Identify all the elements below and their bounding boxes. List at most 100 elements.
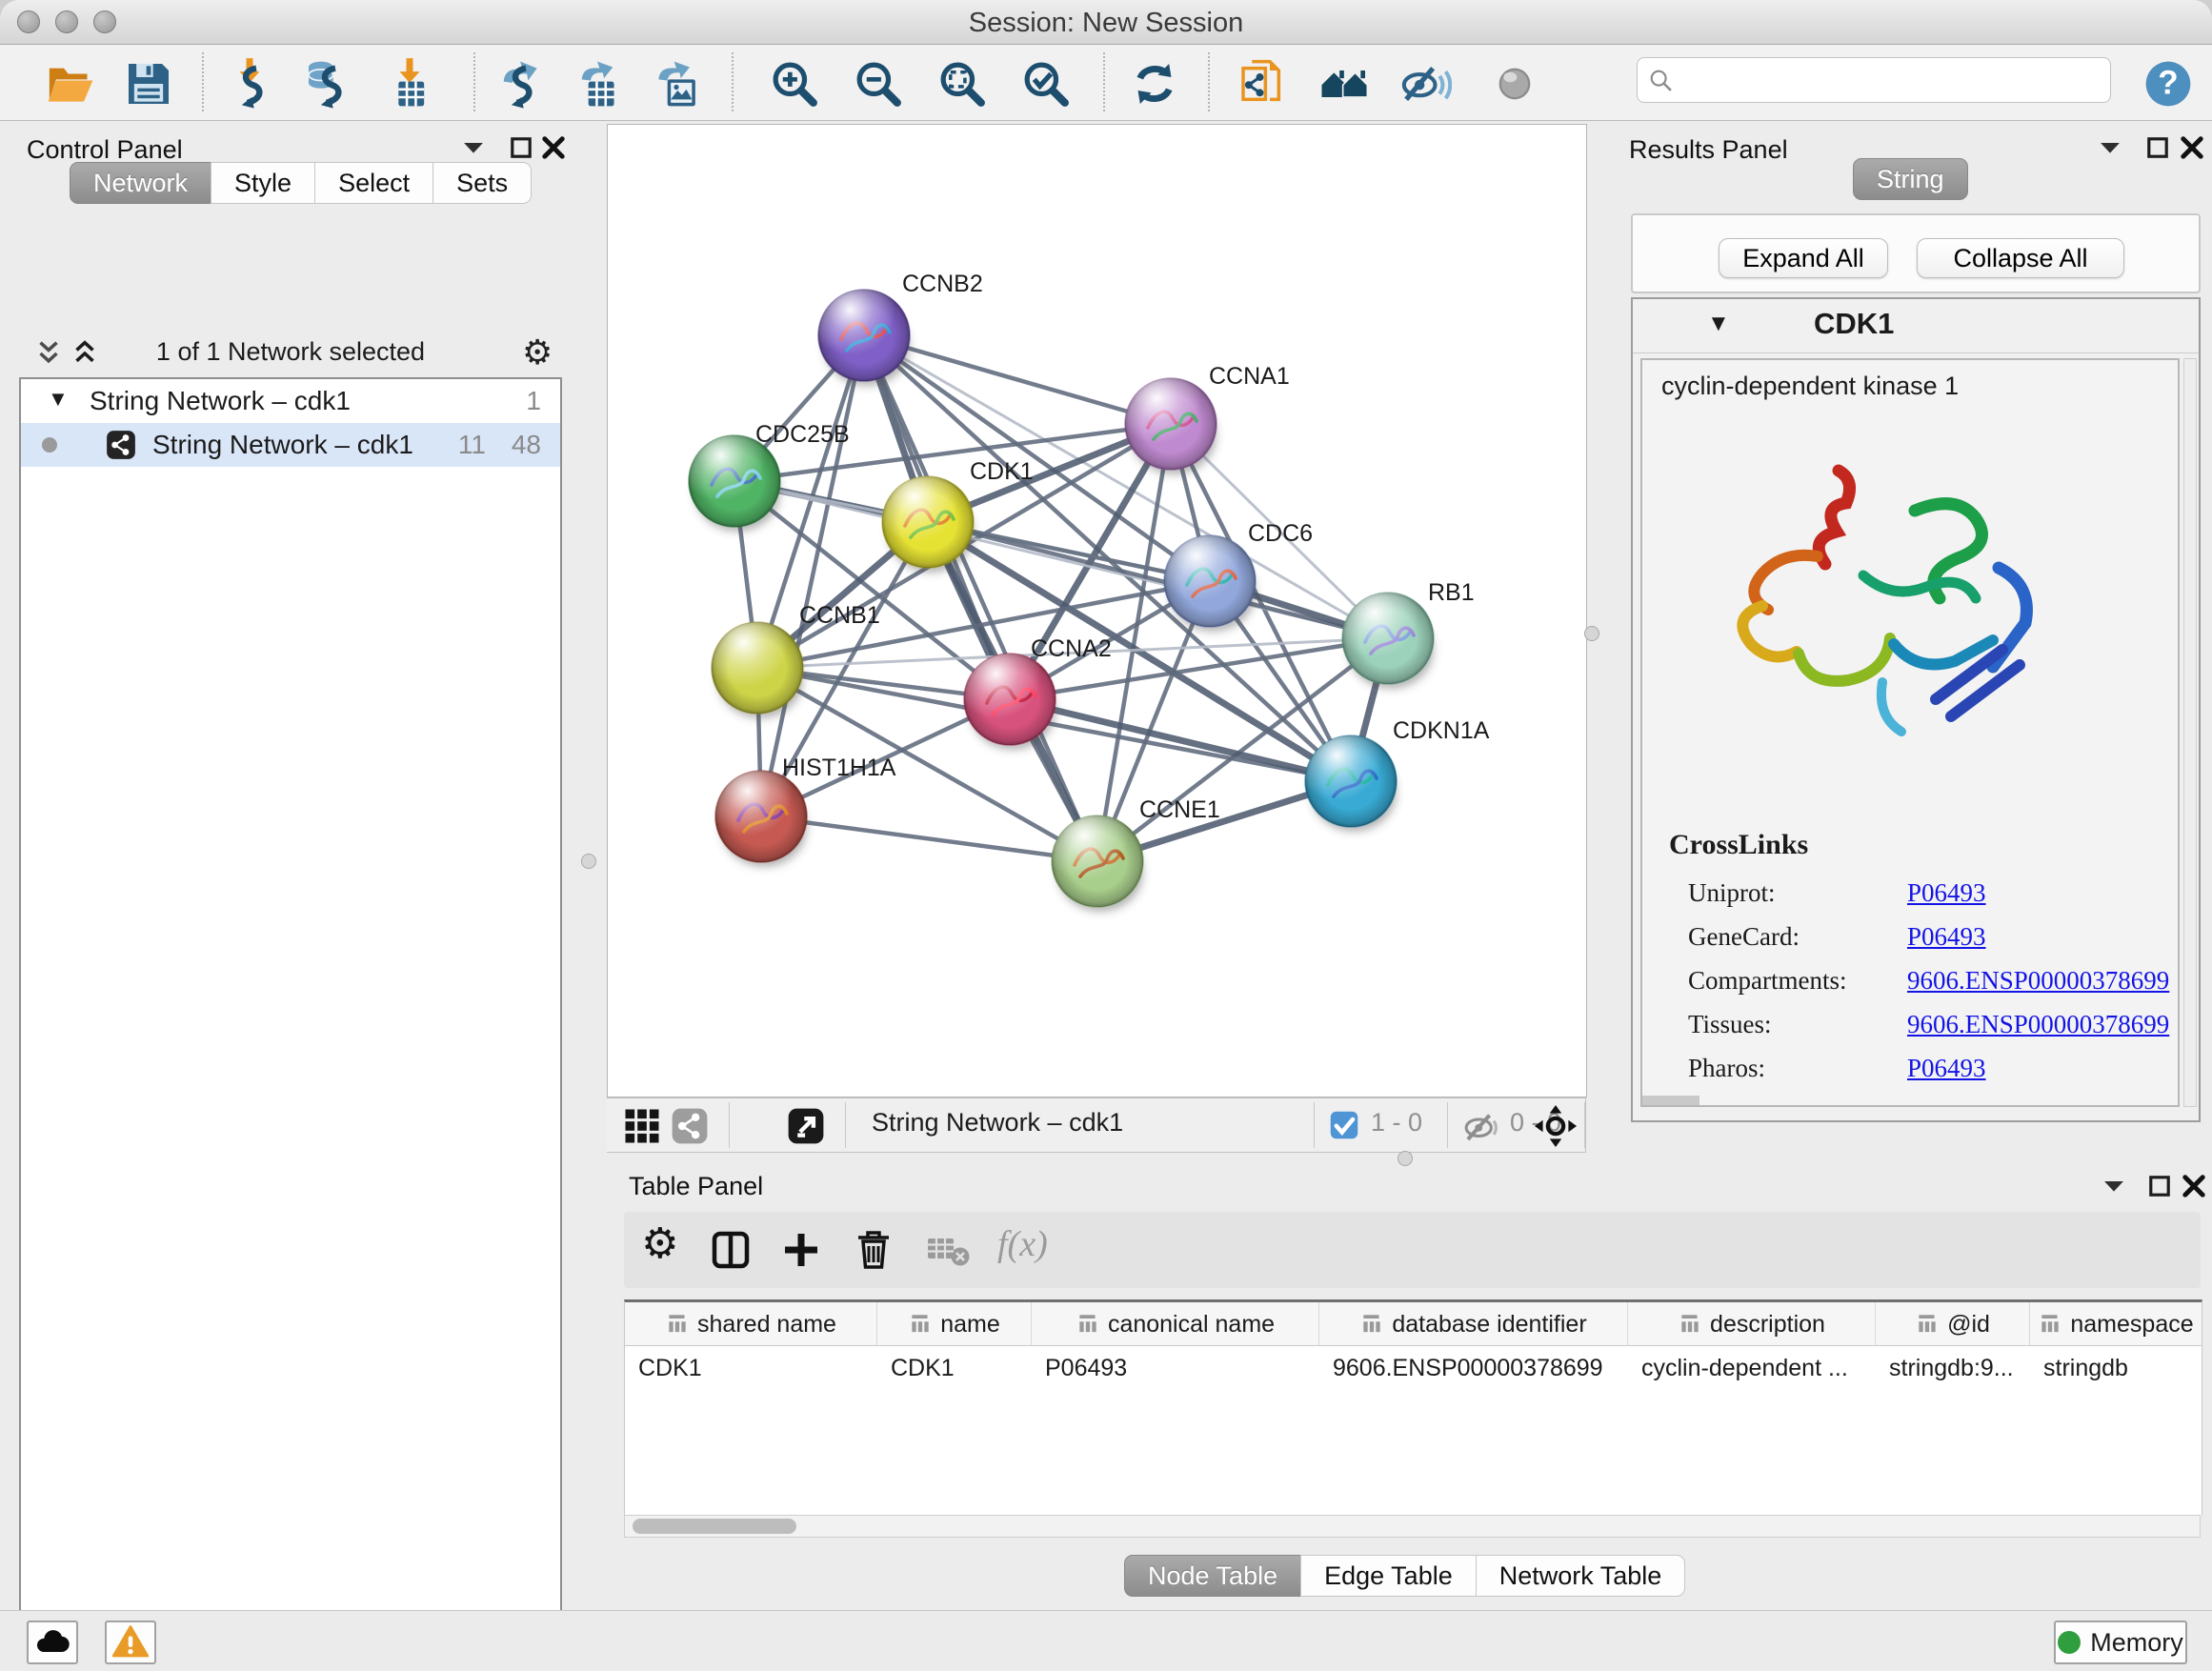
network-node-CDKN1A[interactable]	[1305, 735, 1397, 832]
export-table-button[interactable]	[569, 54, 628, 113]
import-network-file-button[interactable]	[221, 54, 280, 113]
automation-cloud-button[interactable]	[27, 1621, 78, 1664]
column-header-shared-name[interactable]: shared name	[625, 1302, 877, 1346]
network-options-gear-icon[interactable]: ⚙	[522, 333, 553, 372]
control-panel-float-button[interactable]	[505, 131, 537, 164]
zoom-in-button[interactable]	[766, 54, 825, 113]
expand-all-button[interactable]: Expand All	[1719, 238, 1888, 278]
table-panel-float-button[interactable]	[2143, 1170, 2176, 1202]
tab-sets[interactable]: Sets	[432, 162, 532, 204]
collapse-all-button[interactable]: Collapse All	[1917, 238, 2124, 278]
network-edge-CCNB2-CCNE1[interactable]	[864, 335, 1097, 861]
crosslink-uniprot[interactable]: P06493	[1907, 878, 1986, 907]
protein-section-header[interactable]: ▼ CDK1	[1633, 299, 2199, 353]
column-header-description[interactable]: description	[1628, 1302, 1876, 1346]
network-node-CDC6[interactable]	[1164, 535, 1256, 632]
network-node-RB1[interactable]	[1342, 593, 1434, 689]
table-hscrollbar[interactable]	[624, 1515, 2201, 1538]
show-hide-button[interactable]	[1397, 54, 1456, 113]
detach-view-button[interactable]	[786, 1106, 826, 1146]
zoom-fit-button[interactable]	[934, 54, 993, 113]
zoom-out-button[interactable]	[850, 54, 909, 113]
control-panel-close-button[interactable]	[537, 131, 570, 164]
results-panel-float-button[interactable]	[2142, 131, 2174, 164]
network-canvas[interactable]: CCNB2CCNA1CDC25BCDK1CDC6RB1CCNB1CCNA2CDK…	[607, 124, 1587, 1097]
function-builder-icon[interactable]: f(x)	[997, 1223, 1083, 1269]
collapse-section-icon[interactable]: ▼	[1707, 311, 1730, 337]
tab-network-table[interactable]: Network Table	[1476, 1555, 1686, 1597]
table-cell[interactable]: 9606.ENSP00000378699	[1319, 1347, 1628, 1389]
network-node-CCNA2[interactable]	[964, 654, 1056, 750]
network-collection-row[interactable]: ▼ String Network – cdk1 1	[21, 379, 560, 423]
results-hscrollbar-thumb[interactable]	[1642, 1096, 1699, 1105]
tab-string[interactable]: String	[1853, 158, 1968, 200]
tree-expanded-icon[interactable]: ▼	[48, 377, 69, 421]
crosslink-pharos[interactable]: P06493	[1907, 1054, 1986, 1082]
control-panel-menu-button[interactable]	[457, 131, 490, 164]
table-panel-close-button[interactable]	[2178, 1170, 2210, 1202]
tab-network[interactable]: Network	[70, 162, 211, 204]
open-session-button[interactable]	[42, 54, 101, 113]
import-network-database-button[interactable]	[300, 54, 359, 113]
add-column-icon[interactable]	[778, 1227, 824, 1273]
tab-edge-table[interactable]: Edge Table	[1300, 1555, 1477, 1597]
table-cell[interactable]: stringdb	[2030, 1347, 2202, 1389]
crosslink-tissues[interactable]: 9606.ENSP00000378699	[1907, 1010, 2169, 1038]
results-panel-close-button[interactable]	[2176, 131, 2208, 164]
column-header-name[interactable]: name	[877, 1302, 1032, 1346]
network-node-CCNE1[interactable]	[1052, 815, 1143, 912]
search-input[interactable]	[1683, 60, 2097, 100]
share-document-button[interactable]	[1235, 54, 1294, 113]
refresh-view-button[interactable]	[1126, 54, 1185, 113]
delete-column-icon[interactable]	[851, 1227, 896, 1273]
tab-node-table[interactable]: Node Table	[1124, 1555, 1301, 1597]
table-cell[interactable]: cyclin-dependent ...	[1628, 1347, 1876, 1389]
table-cell[interactable]: CDK1	[877, 1347, 1032, 1389]
network-node-CDK1[interactable]	[882, 476, 974, 573]
zoom-selected-button[interactable]	[1017, 54, 1076, 113]
network-edge-HIST1H1A-CCNE1[interactable]	[761, 816, 1097, 861]
crosslink-compartments[interactable]: 9606.ENSP00000378699	[1907, 966, 2169, 995]
results-panel-menu-button[interactable]	[2094, 131, 2126, 164]
column-header-namespace[interactable]: namespace	[2030, 1302, 2202, 1346]
warnings-button[interactable]	[105, 1621, 156, 1664]
table-cell[interactable]: stringdb:9...	[1876, 1347, 2030, 1389]
grid-mode-button[interactable]	[622, 1106, 662, 1146]
column-header-canonical-name[interactable]: canonical name	[1032, 1302, 1319, 1346]
network-node-CCNA1[interactable]	[1125, 378, 1217, 474]
help-button[interactable]: ?	[2140, 54, 2199, 113]
network-node-CDC25B[interactable]	[689, 435, 780, 532]
title-bar[interactable]: Session: New Session	[0, 0, 2212, 45]
import-table-button[interactable]	[381, 54, 440, 113]
columns-icon[interactable]	[708, 1227, 754, 1273]
home-networks-button[interactable]	[1317, 54, 1376, 113]
network-edge-CCNB2-HIST1H1A[interactable]	[761, 335, 864, 816]
network-node-HIST1H1A[interactable]	[715, 771, 807, 867]
save-session-button[interactable]	[120, 54, 179, 113]
column-header-id[interactable]: @id	[1876, 1302, 2030, 1346]
table-settings-gear-icon[interactable]: ⚙	[641, 1219, 687, 1265]
tab-select[interactable]: Select	[314, 162, 433, 204]
export-image-button[interactable]	[648, 54, 707, 113]
left-splitter-handle[interactable]	[581, 854, 596, 869]
network-node-CCNB1[interactable]	[712, 622, 803, 718]
tab-style[interactable]: Style	[211, 162, 315, 204]
gray-eye-button[interactable]	[1486, 54, 1545, 113]
search-field[interactable]	[1637, 57, 2111, 103]
table-panel-menu-button[interactable]	[2098, 1170, 2130, 1202]
right-splitter-handle[interactable]	[1584, 626, 1599, 641]
network-row[interactable]: String Network – cdk1 11 48	[21, 423, 560, 467]
column-header-database-identifier[interactable]: database identifier	[1319, 1302, 1628, 1346]
node-label-CCNA2: CCNA2	[1031, 635, 1112, 662]
delete-table-icon[interactable]	[925, 1227, 971, 1273]
results-vscrollbar[interactable]	[2183, 358, 2197, 1107]
selected-checkbox-icon[interactable]	[1327, 1108, 1361, 1142]
table-cell[interactable]: CDK1	[625, 1347, 877, 1389]
memory-button[interactable]: Memory	[2054, 1621, 2187, 1664]
hidden-elements-icon[interactable]	[1460, 1106, 1500, 1146]
table-hscrollbar-thumb[interactable]	[633, 1519, 796, 1534]
table-cell[interactable]: P06493	[1032, 1347, 1319, 1389]
birds-eye-view-button[interactable]	[1534, 1104, 1578, 1148]
crosslink-genecard[interactable]: P06493	[1907, 922, 1986, 951]
export-network-button[interactable]	[491, 54, 550, 113]
